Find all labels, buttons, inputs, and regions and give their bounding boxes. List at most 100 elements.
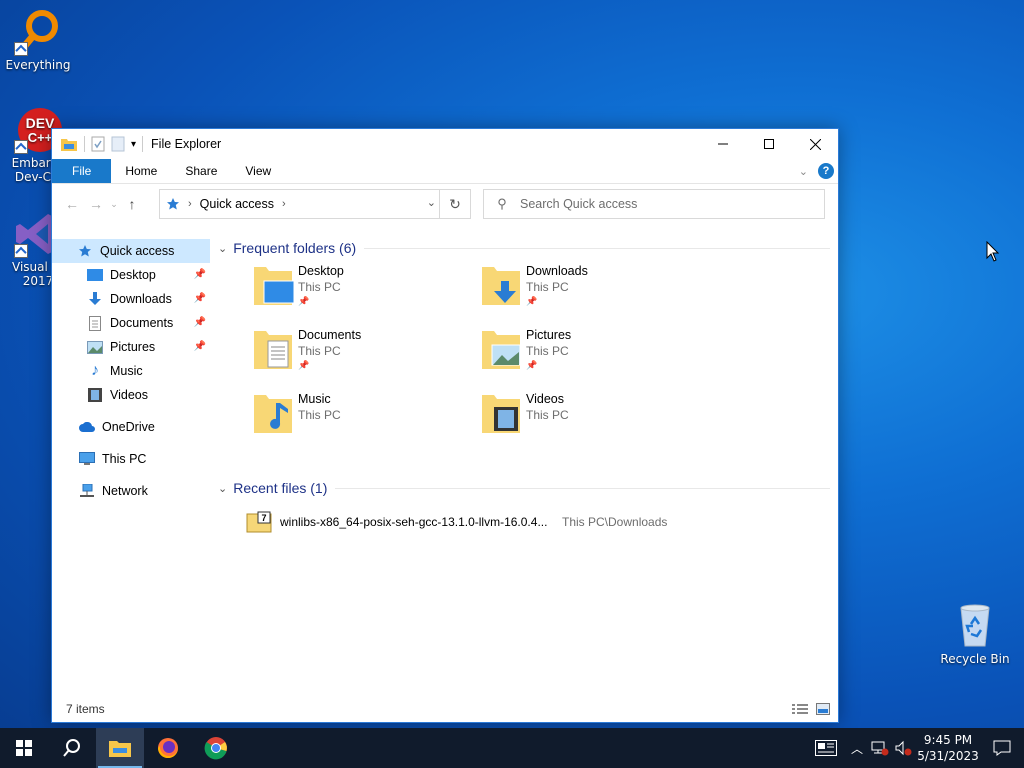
downloads-folder-icon — [480, 261, 524, 309]
notifications-icon[interactable] — [980, 740, 1024, 756]
folder-tile-downloads[interactable]: Downloads This PC 📌 — [480, 261, 690, 321]
system-tray: ︿ 9:45 PM 5/31/2023 — [806, 728, 1024, 768]
pin-icon[interactable]: 📌 — [194, 269, 206, 280]
forward-arrow-icon[interactable]: → — [84, 196, 108, 212]
collapse-chevron-icon[interactable]: ⌄ — [218, 482, 227, 495]
folder-location: This PC — [526, 408, 569, 422]
up-arrow-icon[interactable]: ↑ — [120, 196, 144, 212]
frequent-folders-grid: Desktop This PC 📌 Downloads This PC 📌 Do… — [210, 261, 838, 475]
archive-7z-icon: 7 — [246, 511, 272, 533]
taskbar-file-explorer[interactable] — [96, 728, 144, 768]
sidebar-item-network[interactable]: Network — [52, 479, 210, 503]
folder-name: Pictures — [526, 328, 572, 342]
taskbar-firefox[interactable] — [144, 728, 192, 768]
sidebar-item-quick-access[interactable]: Quick access — [52, 239, 210, 263]
breadcrumb-separator-icon[interactable]: › — [188, 198, 192, 210]
tab-share[interactable]: Share — [171, 159, 231, 183]
taskbar-clock[interactable]: 9:45 PM 5/31/2023 — [916, 732, 980, 764]
folder-tile-pictures[interactable]: Pictures This PC 📌 — [480, 325, 690, 385]
frequent-folders-header[interactable]: ⌄ Frequent folders (6) — [218, 235, 838, 261]
desktop-icon — [86, 267, 104, 283]
tab-view[interactable]: View — [231, 159, 285, 183]
computer-icon — [78, 451, 96, 467]
address-history-dropdown-icon[interactable]: ⌄ — [427, 196, 436, 209]
taskbar-search-button[interactable] — [48, 728, 96, 768]
recent-locations-chevron-icon[interactable]: ⌄ — [108, 199, 120, 210]
toolbar-divider — [84, 136, 85, 152]
desktop-icon-label: Everything — [5, 58, 71, 72]
sidebar-item-music[interactable]: ♪ Music — [52, 359, 210, 383]
folder-tile-documents[interactable]: Documents This PC 📌 — [252, 325, 462, 385]
sidebar-item-this-pc[interactable]: This PC — [52, 447, 210, 471]
shortcut-arrow-icon — [14, 244, 28, 258]
sidebar-item-onedrive[interactable]: OneDrive — [52, 415, 210, 439]
customize-toolbar-icon[interactable]: ▾ — [131, 139, 136, 150]
folder-tile-music[interactable]: Music This PC — [252, 389, 462, 449]
search-box[interactable]: ⚲ Search Quick access — [483, 189, 825, 219]
breadcrumb-quick-access[interactable]: Quick access — [200, 197, 274, 211]
pin-icon[interactable]: 📌 — [194, 317, 206, 328]
recent-file-row[interactable]: 7 winlibs-x86_64-posix-seh-gcc-13.1.0-ll… — [210, 507, 838, 537]
pictures-folder-icon — [480, 325, 524, 373]
sidebar-item-label: Music — [110, 364, 143, 378]
maximize-button[interactable] — [746, 129, 792, 159]
pin-icon: 📌 — [526, 360, 538, 370]
sidebar-item-desktop[interactable]: Desktop 📌 — [52, 263, 210, 287]
svg-text:7: 7 — [261, 513, 266, 523]
refresh-button[interactable]: ↻ — [439, 190, 470, 218]
sidebar-item-label: Quick access — [100, 244, 175, 258]
sidebar-item-label: Downloads — [110, 292, 172, 306]
folder-tile-videos[interactable]: Videos This PC — [480, 389, 690, 449]
search-input[interactable]: Search Quick access — [520, 197, 637, 211]
title-bar[interactable]: ▾ File Explorer — [52, 129, 838, 159]
search-icon — [63, 739, 80, 757]
pin-icon[interactable]: 📌 — [194, 293, 206, 304]
large-icons-view-icon[interactable] — [816, 703, 830, 715]
collapse-chevron-icon[interactable]: ⌄ — [218, 242, 227, 255]
sidebar-item-videos[interactable]: Videos — [52, 383, 210, 407]
address-bar[interactable]: › Quick access › ⌄ ↻ — [159, 189, 471, 219]
pin-icon[interactable]: 📌 — [194, 341, 206, 352]
back-arrow-icon[interactable]: ← — [60, 196, 84, 212]
navigation-bar: ← → ⌄ ↑ › Quick access › ⌄ ↻ ⚲ Search Qu… — [52, 184, 838, 224]
help-button[interactable]: ? — [818, 163, 834, 179]
volume-muted-icon[interactable] — [892, 740, 916, 756]
shortcut-arrow-icon — [14, 140, 28, 154]
desktop-icon-recycle-bin[interactable]: Recycle Bin — [937, 602, 1013, 666]
taskbar-chrome[interactable] — [192, 728, 240, 768]
content-pane: ⌄ Frequent folders (6) Desktop This PC 📌… — [210, 235, 838, 696]
properties-icon[interactable] — [91, 136, 105, 152]
pin-icon: 📌 — [298, 296, 310, 306]
minimize-button[interactable] — [700, 129, 746, 159]
new-folder-icon[interactable] — [111, 136, 125, 152]
network-status-icon[interactable] — [868, 740, 892, 756]
tab-file[interactable]: File — [52, 159, 112, 183]
pin-icon: 📌 — [526, 296, 538, 306]
close-button[interactable] — [792, 129, 838, 159]
sidebar-item-downloads[interactable]: Downloads 📌 — [52, 287, 210, 311]
sidebar-item-label: Documents — [110, 316, 174, 330]
desktop-icon-everything[interactable]: Everything — [0, 8, 76, 72]
show-hidden-icons-chevron-icon[interactable]: ︿ — [846, 740, 868, 757]
recent-file-name: winlibs-x86_64-posix-seh-gcc-13.1.0-llvm… — [280, 515, 548, 529]
shortcut-arrow-icon — [14, 42, 28, 56]
tab-home[interactable]: Home — [111, 159, 171, 183]
recent-files-header[interactable]: ⌄ Recent files (1) — [218, 475, 838, 501]
folder-name: Documents — [298, 328, 362, 342]
group-divider — [364, 247, 830, 249]
sidebar-item-documents[interactable]: Documents 📌 — [52, 311, 210, 335]
start-button[interactable] — [0, 728, 48, 768]
details-view-icon[interactable] — [792, 703, 808, 715]
folder-location: This PC — [298, 280, 341, 294]
news-and-interests-icon[interactable] — [806, 740, 846, 756]
folder-location: This PC — [526, 344, 569, 358]
sidebar-item-pictures[interactable]: Pictures 📌 — [52, 335, 210, 359]
folder-location: This PC — [526, 280, 569, 294]
breadcrumb-separator-icon[interactable]: › — [282, 198, 286, 210]
sidebar-item-label: Pictures — [110, 340, 156, 354]
network-icon — [78, 483, 96, 499]
music-folder-icon — [252, 389, 296, 437]
expand-ribbon-icon[interactable]: ⌄ — [799, 165, 808, 178]
folder-tile-desktop[interactable]: Desktop This PC 📌 — [252, 261, 462, 321]
clock-time: 9:45 PM — [923, 733, 973, 747]
